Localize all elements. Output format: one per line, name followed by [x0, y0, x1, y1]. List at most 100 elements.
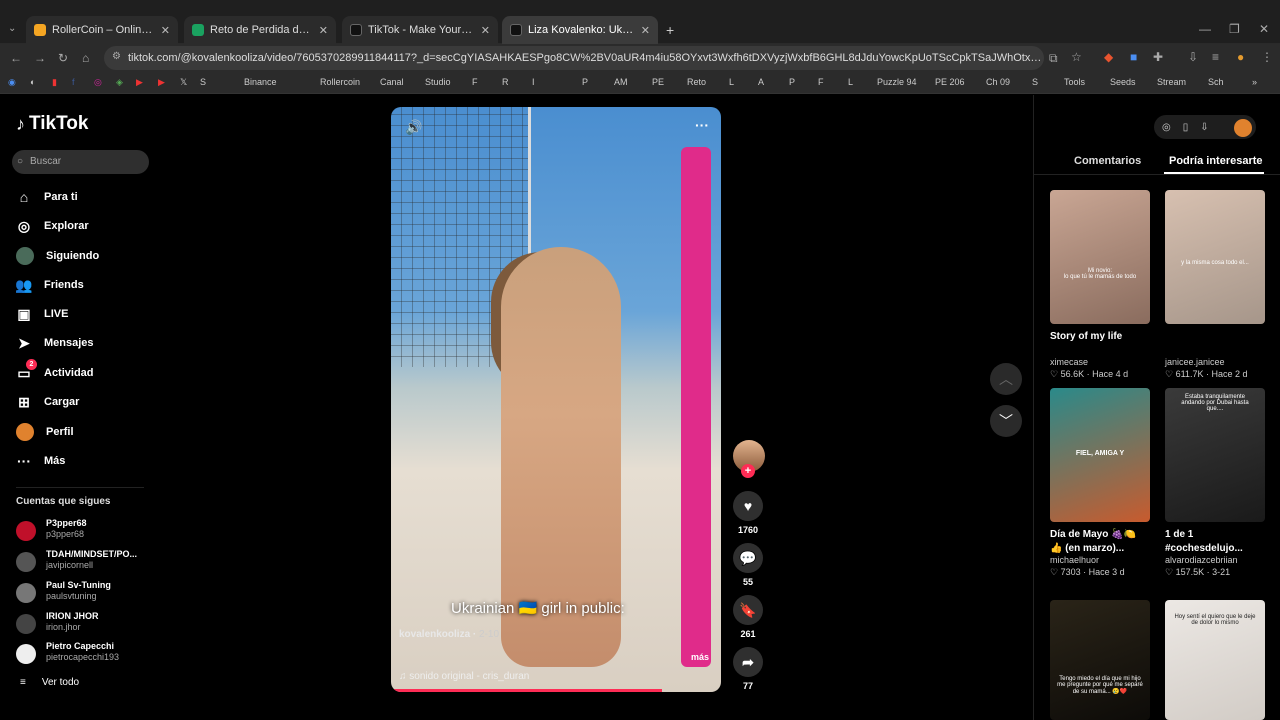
- bookmark-puzzle94[interactable]: Puzzle 94: [877, 77, 917, 87]
- nav-para-ti[interactable]: ⌂ Para ti: [16, 189, 146, 205]
- extension-fox-icon[interactable]: ◆: [1104, 50, 1113, 64]
- save-action[interactable]: 🔖 261: [733, 595, 763, 639]
- nav-perfil[interactable]: Perfil: [16, 423, 146, 441]
- extensions-puzzle-icon[interactable]: ✚: [1153, 50, 1163, 64]
- video-thumbnail[interactable]: Estaba tranquilamente andando por Dubai …: [1165, 388, 1265, 522]
- compass-icon[interactable]: ◎: [1162, 122, 1171, 133]
- minimize-icon[interactable]: —: [1199, 22, 1211, 36]
- bookmark-reto[interactable]: Reto: [687, 77, 706, 87]
- bookmark-p2[interactable]: P: [789, 77, 795, 87]
- previous-video-button[interactable]: ︿: [990, 363, 1022, 395]
- video-thumbnail[interactable]: y la misma cosa todo el...: [1165, 190, 1265, 324]
- instagram-icon[interactable]: ◎: [94, 77, 102, 88]
- video-thumbnail[interactable]: FIEL, AMIGA Y: [1050, 388, 1150, 522]
- nav-cargar[interactable]: ⊞ Cargar: [16, 394, 146, 410]
- bookmark-f2[interactable]: F: [818, 77, 824, 87]
- extension-icon[interactable]: ■: [1130, 50, 1137, 64]
- close-window-icon[interactable]: ✕: [1259, 22, 1269, 36]
- creator-avatar[interactable]: +: [733, 440, 765, 478]
- share-icon[interactable]: ➦: [733, 647, 763, 677]
- x-icon[interactable]: 𝕏: [180, 77, 187, 88]
- video-thumbnail[interactable]: Hoy sentí el quiero que le deje de dolor…: [1165, 600, 1265, 720]
- volume-icon[interactable]: 🔊: [405, 119, 422, 136]
- bookmark-am[interactable]: AM: [614, 77, 628, 87]
- nav-friends[interactable]: 👥 Friends: [15, 277, 146, 293]
- browser-tab-rollercoin[interactable]: RollerCoin – Online Bitcoin Mi ✕: [26, 16, 178, 44]
- bookmark-icon[interactable]: ▮: [52, 77, 57, 88]
- video-sound[interactable]: ♫ sonido original - cris_duran: [399, 671, 529, 682]
- bookmark-f[interactable]: F: [472, 77, 478, 87]
- reload-icon[interactable]: ↻: [58, 51, 68, 65]
- close-tab-icon[interactable]: ✕: [161, 24, 170, 37]
- more-link[interactable]: más: [691, 652, 709, 662]
- nav-mensajes[interactable]: ➤ Mensajes: [16, 335, 146, 351]
- nav-mas[interactable]: ··· Más: [16, 453, 146, 469]
- suggested-video-card[interactable]: Tengo miedo el día que mi hijo me pregun…: [1050, 600, 1150, 720]
- bookmark-binance[interactable]: Binance: [244, 77, 277, 87]
- bookmark-icon[interactable]: ◉: [8, 77, 16, 88]
- video-thumbnail[interactable]: Mi novio: lo que tú le mamás de todo: [1050, 190, 1150, 324]
- bookmark-icon[interactable]: ◐: [30, 77, 35, 87]
- card-user[interactable]: michaelhuor: [1050, 555, 1150, 565]
- bookmark-i[interactable]: I: [532, 77, 535, 87]
- card-user[interactable]: janicee.janicee: [1165, 357, 1265, 367]
- nav-actividad[interactable]: ▭ 2 Actividad: [16, 359, 146, 381]
- browser-tab-active[interactable]: Liza Kovalenko: Ukrainian Girl i ✕: [502, 16, 658, 44]
- like-action[interactable]: ♥ 1760: [733, 491, 763, 535]
- bookmark-pe[interactable]: PE: [652, 77, 664, 87]
- follow-plus-icon[interactable]: +: [741, 464, 755, 478]
- install-icon[interactable]: ⧉: [1049, 51, 1058, 66]
- suggested-video-card[interactable]: y la misma cosa todo el... janicee.janic…: [1165, 190, 1265, 380]
- comment-icon[interactable]: 💬: [733, 543, 763, 573]
- youtube-icon[interactable]: ▶: [136, 77, 143, 88]
- bookmark-l[interactable]: L: [729, 77, 734, 87]
- bookmark-pe206[interactable]: PE 206: [935, 77, 965, 87]
- heart-icon[interactable]: ♥: [733, 491, 763, 521]
- media-icon[interactable]: ≡: [1212, 50, 1219, 64]
- suggested-video-card[interactable]: Estaba tranquilamente andando por Dubai …: [1165, 388, 1265, 578]
- bookmark-studio[interactable]: Studio: [425, 77, 451, 87]
- tab-podria-interesarte[interactable]: Podría interesarte: [1169, 155, 1263, 167]
- bookmark-ch09[interactable]: Ch 09: [986, 77, 1010, 87]
- comment-action[interactable]: 💬 55: [733, 543, 763, 587]
- back-icon[interactable]: ←: [10, 51, 22, 65]
- suggested-video-card[interactable]: Mi novio: lo que tú le mamás de todo Sto…: [1050, 190, 1150, 380]
- home-icon[interactable]: ⌂: [82, 51, 89, 65]
- nav-explorar[interactable]: ◎ Explorar: [16, 218, 146, 234]
- video-thumbnail[interactable]: Tengo miedo el día que mi hijo me pregun…: [1050, 600, 1150, 720]
- bookmark-stream[interactable]: Stream: [1157, 77, 1186, 87]
- bookmarks-overflow-icon[interactable]: »: [1252, 77, 1257, 87]
- video-author[interactable]: kovalenkooliza · 2-10: [399, 629, 499, 640]
- menu-icon[interactable]: ⋮: [1261, 50, 1273, 64]
- suggested-video-card[interactable]: Hoy sentí el quiero que le deje de dolor…: [1165, 600, 1265, 720]
- bookmark-canal[interactable]: Canal: [380, 77, 404, 87]
- bookmark-seeds[interactable]: Seeds: [1110, 77, 1136, 87]
- video-progress-bar[interactable]: [391, 689, 662, 692]
- bookmark-l2[interactable]: L: [848, 77, 853, 87]
- tab-search-icon[interactable]: ⌄: [8, 23, 16, 34]
- user-avatar[interactable]: [1234, 119, 1252, 137]
- bookmark-s[interactable]: S: [200, 77, 206, 87]
- url-input[interactable]: tiktok.com/@kovalenkooliza/video/7605370…: [104, 46, 1044, 70]
- close-tab-icon[interactable]: ✕: [319, 24, 328, 37]
- browser-tab-tiktok[interactable]: TikTok - Make Your Day ✕: [342, 16, 498, 44]
- video-player[interactable]: 🔊 ··· Ukrainian 🇺🇦 girl in public: koval…: [391, 107, 721, 692]
- profile-avatar-icon[interactable]: ●: [1237, 50, 1244, 64]
- browser-tab-reto[interactable]: Reto de Perdida de Peso - El M ✕: [184, 16, 336, 44]
- new-tab-icon[interactable]: +: [666, 22, 674, 38]
- bookmark-icon[interactable]: ◈: [116, 77, 123, 88]
- nav-siguiendo[interactable]: Siguiendo: [16, 247, 146, 265]
- nav-live[interactable]: ▣ LIVE: [16, 306, 146, 322]
- maximize-icon[interactable]: ❐: [1229, 22, 1240, 36]
- share-action[interactable]: ➦ 77: [733, 647, 763, 691]
- suggested-video-card[interactable]: FIEL, AMIGA Y Día de Mayo 🍇🍋 👍 (en marzo…: [1050, 388, 1150, 578]
- bookmark-rollercoin[interactable]: Rollercoin: [320, 77, 360, 87]
- bookmark-p[interactable]: P: [582, 77, 588, 87]
- tiktok-logo[interactable]: ♪ TikTok: [16, 113, 88, 135]
- youtube-icon[interactable]: ▶: [158, 77, 165, 88]
- search-input[interactable]: ○ Buscar: [12, 150, 149, 174]
- bookmark-icon[interactable]: 🔖: [733, 595, 763, 625]
- bookmark-s2[interactable]: S: [1032, 77, 1038, 87]
- card-user[interactable]: alvarodiazcebriian: [1165, 555, 1265, 565]
- bookmark-sch[interactable]: Sch: [1208, 77, 1224, 87]
